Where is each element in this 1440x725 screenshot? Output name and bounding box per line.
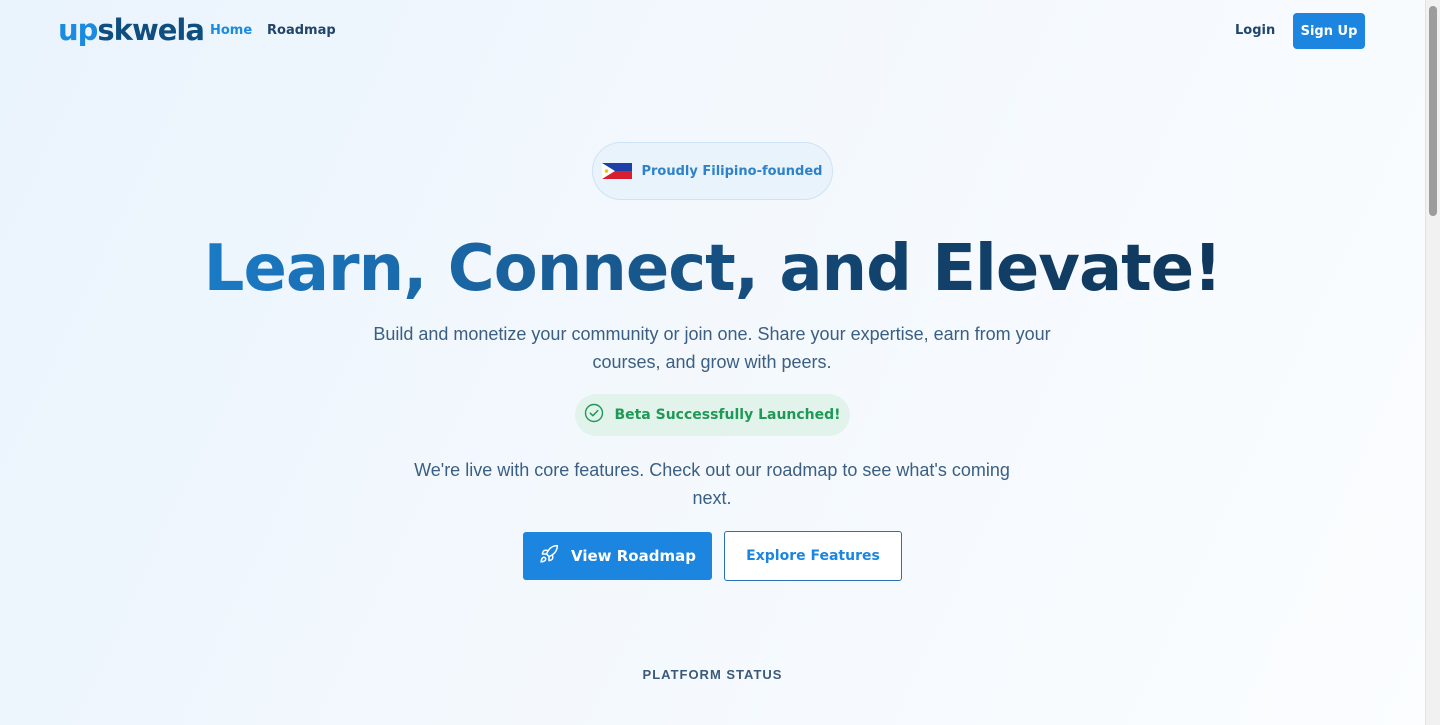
hero-subtitle: Build and monetize your community or joi… [373,324,1051,372]
beta-status-pill: Beta Successfully Launched! [575,394,850,436]
page: upskwela Home Roadmap Login Sign Up Prou… [0,0,1425,725]
philippine-flag-icon [602,163,633,179]
signup-button[interactable]: Sign Up [1293,13,1365,49]
hero-headline: Learn, Connect, and Elevate! [0,228,1425,310]
beta-status-label: Beta Successfully Launched! [614,407,841,423]
logo[interactable]: upskwela [58,12,205,48]
logo-text: upskwela [58,12,205,48]
rocket-icon [539,544,559,568]
nav-roadmap-link[interactable]: Roadmap [267,22,336,40]
platform-status-heading: PLATFORM STATUS [642,667,783,682]
origin-badge: Proudly Filipino-founded [592,142,833,200]
view-roadmap-button[interactable]: View Roadmap [523,532,712,580]
top-nav: upskwela Home Roadmap Login Sign Up [0,0,1425,62]
check-circle-icon [584,403,604,427]
login-link[interactable]: Login [1235,22,1275,40]
live-description: We're live with core features. Check out… [414,460,1010,508]
nav-home-link[interactable]: Home [210,22,252,40]
explore-features-button[interactable]: Explore Features [724,531,902,581]
logo-up: up [58,13,98,47]
origin-badge-label: Proudly Filipino-founded [641,163,823,179]
page-scrollbar[interactable] [1425,0,1440,725]
logo-rest: skwela [97,13,205,47]
view-roadmap-label: View Roadmap [571,547,696,565]
scrollbar-thumb[interactable] [1429,6,1437,216]
